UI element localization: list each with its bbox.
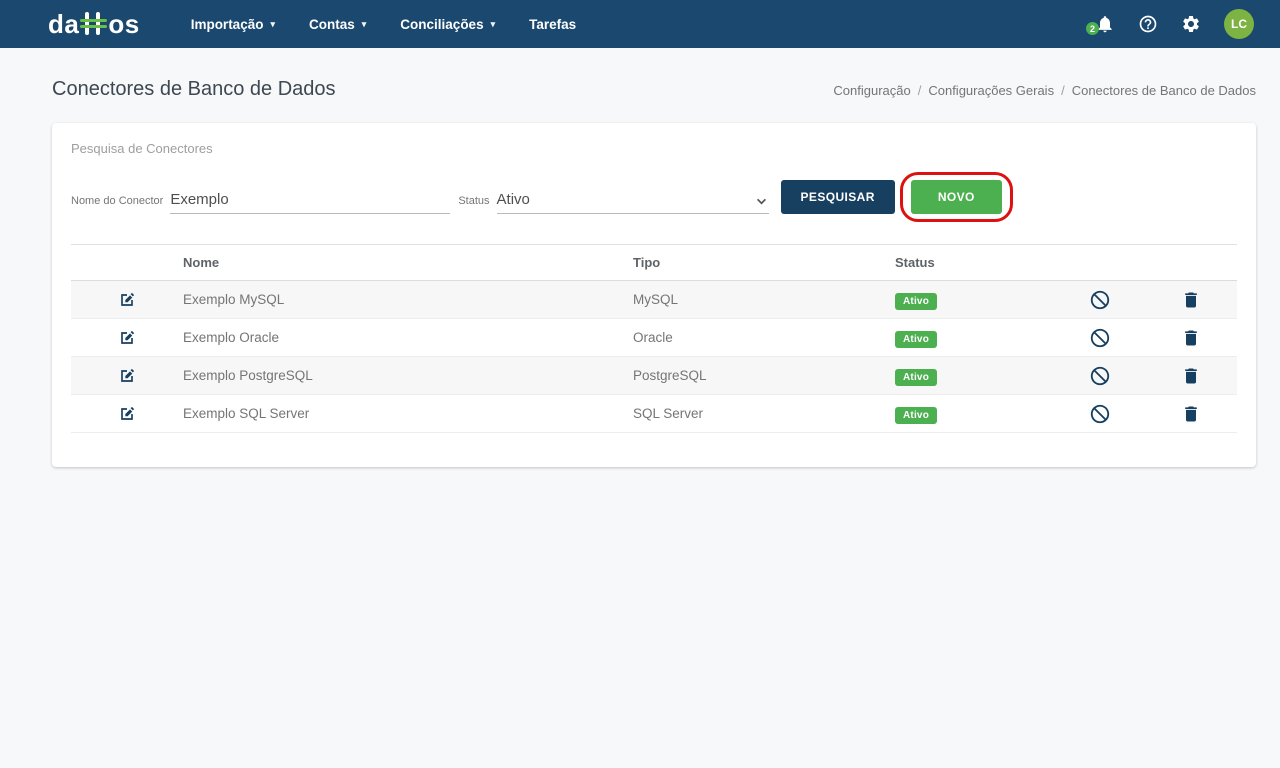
nav-item-conciliacoes[interactable]: Conciliações ▾ [383, 0, 512, 48]
breadcrumb-separator: / [1061, 83, 1065, 98]
breadcrumb-item-configuracoes-gerais[interactable]: Configurações Gerais [928, 83, 1054, 98]
breadcrumb: Configuração / Configurações Gerais / Co… [833, 83, 1256, 98]
connectors-card: Pesquisa de Conectores Nome do Conector … [52, 123, 1256, 467]
search-section-title: Pesquisa de Conectores [71, 141, 1237, 156]
breadcrumb-separator: / [918, 83, 922, 98]
cell-type: SQL Server [633, 406, 895, 421]
cell-type: Oracle [633, 330, 895, 345]
search-form: Nome do Conector Status Ativo PESQUISAR … [71, 180, 1237, 214]
new-button[interactable]: NOVO [911, 180, 1002, 214]
main-nav: Importação ▾ Contas ▾ Conciliações ▾ Tar… [174, 0, 593, 48]
connector-name-field: Nome do Conector [71, 189, 450, 214]
notification-badge: 2 [1086, 22, 1099, 35]
deactivate-button[interactable] [1086, 362, 1114, 390]
header-nome: Nome [183, 255, 633, 270]
deactivate-button[interactable] [1086, 324, 1114, 352]
cell-name: Exemplo Oracle [183, 330, 633, 345]
chevron-down-icon: ▾ [491, 20, 496, 29]
edit-icon [117, 366, 137, 386]
delete-button[interactable] [1178, 363, 1204, 389]
status-badge: Ativo [895, 369, 937, 386]
chevron-down-icon: ▾ [362, 20, 367, 29]
table-row: Exemplo MySQL MySQL Ativo [71, 281, 1237, 319]
trash-icon [1181, 404, 1201, 424]
trash-icon [1181, 328, 1201, 348]
cell-type: MySQL [633, 292, 895, 307]
chevron-down-icon: ▾ [270, 20, 275, 29]
edit-button[interactable] [114, 287, 140, 313]
logo[interactable]: da os [48, 11, 140, 37]
status-badge: Ativo [895, 331, 937, 348]
search-button[interactable]: PESQUISAR [781, 180, 895, 214]
deactivate-button[interactable] [1086, 400, 1114, 428]
help-icon[interactable] [1138, 14, 1158, 34]
edit-button[interactable] [114, 363, 140, 389]
deactivate-button[interactable] [1086, 286, 1114, 314]
nav-item-importacao[interactable]: Importação ▾ [174, 0, 292, 48]
header-tipo: Tipo [633, 255, 895, 270]
edit-button[interactable] [114, 401, 140, 427]
header-status: Status [895, 255, 1055, 270]
connector-name-input[interactable] [170, 189, 450, 214]
cell-name: Exemplo PostgreSQL [183, 368, 633, 383]
edit-icon [117, 290, 137, 310]
cell-name: Exemplo SQL Server [183, 406, 633, 421]
status-badge: Ativo [895, 293, 937, 310]
connectors-table: Nome Tipo Status Exemplo MySQL MySQL Ati… [71, 244, 1237, 433]
avatar[interactable]: LC [1224, 9, 1254, 39]
block-icon [1089, 365, 1111, 387]
nav-item-contas[interactable]: Contas ▾ [292, 0, 383, 48]
delete-button[interactable] [1178, 287, 1204, 313]
status-select[interactable]: Status Ativo [458, 189, 768, 214]
logo-text-left: da [48, 11, 79, 37]
delete-button[interactable] [1178, 325, 1204, 351]
status-selected-value: Ativo [497, 191, 530, 208]
breadcrumb-item-configuracao[interactable]: Configuração [833, 83, 910, 98]
edit-icon [117, 404, 137, 424]
breadcrumb-item-current: Conectores de Banco de Dados [1072, 83, 1256, 98]
navbar-right: 2 LC [1095, 9, 1254, 39]
block-icon [1089, 327, 1111, 349]
new-button-wrap: NOVO [911, 180, 1002, 214]
delete-button[interactable] [1178, 401, 1204, 427]
status-badge: Ativo [895, 407, 937, 424]
navbar: da os Importação ▾ Contas ▾ Conciliações… [0, 0, 1280, 48]
edit-icon [117, 328, 137, 348]
trash-icon [1181, 366, 1201, 386]
cell-type: PostgreSQL [633, 368, 895, 383]
gear-icon[interactable] [1181, 14, 1201, 34]
block-icon [1089, 403, 1111, 425]
cell-name: Exemplo MySQL [183, 292, 633, 307]
table-header-row: Nome Tipo Status [71, 244, 1237, 281]
status-label: Status [458, 195, 489, 207]
chevron-down-icon [756, 198, 767, 205]
logo-tt-glyph [80, 11, 107, 37]
table-row: Exemplo SQL Server SQL Server Ativo [71, 395, 1237, 433]
trash-icon [1181, 290, 1201, 310]
connector-name-label: Nome do Conector [71, 195, 163, 207]
logo-text-right: os [108, 11, 139, 37]
nav-item-tarefas[interactable]: Tarefas [512, 0, 593, 48]
page-title: Conectores de Banco de Dados [52, 78, 336, 101]
table-row: Exemplo Oracle Oracle Ativo [71, 319, 1237, 357]
block-icon [1089, 289, 1111, 311]
edit-button[interactable] [114, 325, 140, 351]
table-row: Exemplo PostgreSQL PostgreSQL Ativo [71, 357, 1237, 395]
notifications-button[interactable]: 2 [1095, 14, 1115, 34]
